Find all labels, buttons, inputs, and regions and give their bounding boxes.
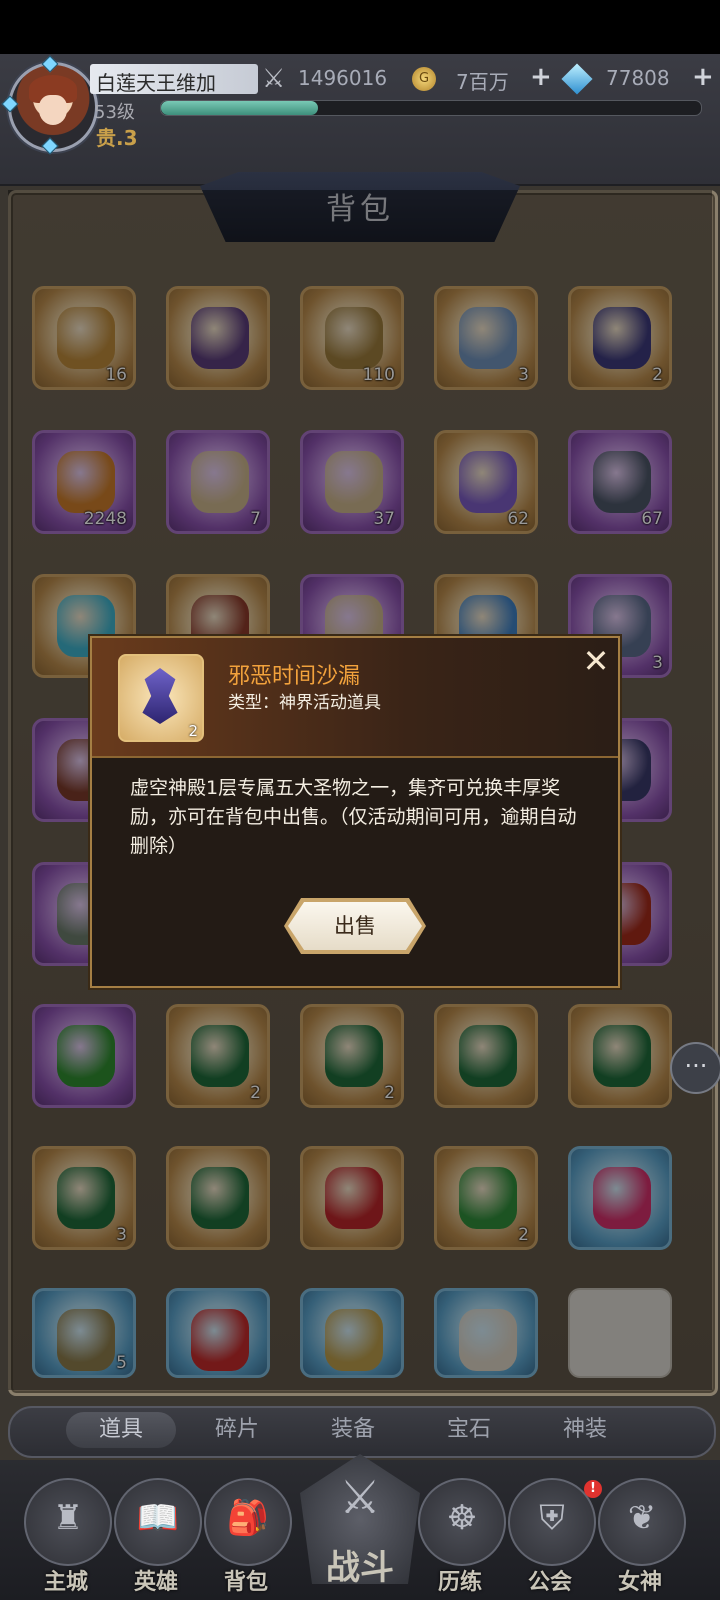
player-header: 白莲天王维加 ⚔ 1496016 G 7百万 + 77808 + 53级 贵.3 (0, 54, 720, 186)
experience-bar (160, 100, 702, 116)
add-diamond-button[interactable]: + (692, 64, 714, 90)
hourglass-icon: 2 (118, 654, 204, 742)
combat-power: 1496016 (298, 66, 388, 90)
chat-button[interactable]: ··· (670, 1042, 720, 1094)
nav-label: 英雄 (133, 1570, 178, 1595)
nav-label: 女神 (617, 1570, 662, 1595)
nav-battle-label: 战斗 (326, 1548, 394, 1588)
tab-divine-gear[interactable]: 神装 (530, 1412, 640, 1448)
player-level: 53级 (94, 102, 135, 123)
tab-gems[interactable]: 宝石 (414, 1412, 524, 1448)
item-count: 2 (188, 722, 198, 740)
item-title: 邪恶时间沙漏 (228, 664, 361, 689)
player-avatar[interactable] (8, 62, 98, 152)
close-icon[interactable]: ✕ (580, 645, 612, 678)
name-plate: 白莲天王维加 (90, 64, 258, 95)
tab-fragments[interactable]: 碎片 (182, 1412, 292, 1448)
player-name: 白莲天王维加 (96, 71, 216, 95)
diamond-amount: 77808 (606, 66, 670, 90)
guild-notification-badge: ! (584, 1480, 602, 1498)
diamond-icon (561, 63, 593, 95)
sell-button[interactable]: 出售 (288, 902, 422, 950)
nav-label: 主城 (43, 1570, 88, 1595)
nav-label: 历练 (437, 1570, 482, 1595)
vip-level: 贵.3 (96, 126, 138, 150)
nav-button[interactable]: ☸ (418, 1478, 506, 1566)
experience-fill (161, 101, 318, 115)
angel-icon: ❦ (627, 1498, 657, 1538)
tab-items[interactable]: 道具 (66, 1412, 176, 1448)
nav-button[interactable]: ❦ (598, 1478, 686, 1566)
crossed-swords-icon: ⚔ (339, 1470, 381, 1524)
guild-shield-icon: ⛨ (539, 1498, 565, 1538)
helm-wheel-icon: ☸ (446, 1498, 478, 1538)
nav-button[interactable]: ♜ (24, 1478, 112, 1566)
nav-label: 公会 (527, 1570, 572, 1595)
item-detail-modal: 2 邪恶时间沙漏 类型：神界活动道具 ✕ 虚空神殿1层专属五大圣物之一，集齐可兑… (90, 636, 620, 988)
game-screen: 白莲天王维加 ⚔ 1496016 G 7百万 + 77808 + 53级 贵.3… (0, 0, 720, 1600)
avatar-face (39, 95, 67, 125)
tab-equipment[interactable]: 装备 (298, 1412, 408, 1448)
nav-button[interactable]: ⛨ (508, 1478, 596, 1566)
nav-button[interactable]: 🎒 (204, 1478, 292, 1566)
item-description: 虚空神殿1层专属五大圣物之一，集齐可兑换丰厚奖励，亦可在背包中出售。（仅活动期间… (130, 777, 577, 857)
nav-label: 背包 (223, 1570, 268, 1595)
gold-coin-icon: G (412, 67, 436, 91)
item-type: 类型：神界活动道具 (228, 693, 381, 713)
sell-button-label: 出售 (334, 914, 376, 938)
gold-amount: 7百万 (456, 70, 509, 94)
status-bar (0, 0, 720, 54)
book-icon: 📖 (136, 1498, 180, 1538)
hourglass-shape (142, 668, 178, 724)
backpack-icon: 🎒 (226, 1498, 270, 1538)
castle-icon: ♜ (52, 1498, 84, 1538)
modal-header: 2 邪恶时间沙漏 类型：神界活动道具 ✕ (92, 638, 618, 758)
nav-button[interactable]: 📖 (114, 1478, 202, 1566)
add-gold-button[interactable]: + (530, 64, 552, 90)
power-swords-icon: ⚔ (262, 64, 286, 94)
